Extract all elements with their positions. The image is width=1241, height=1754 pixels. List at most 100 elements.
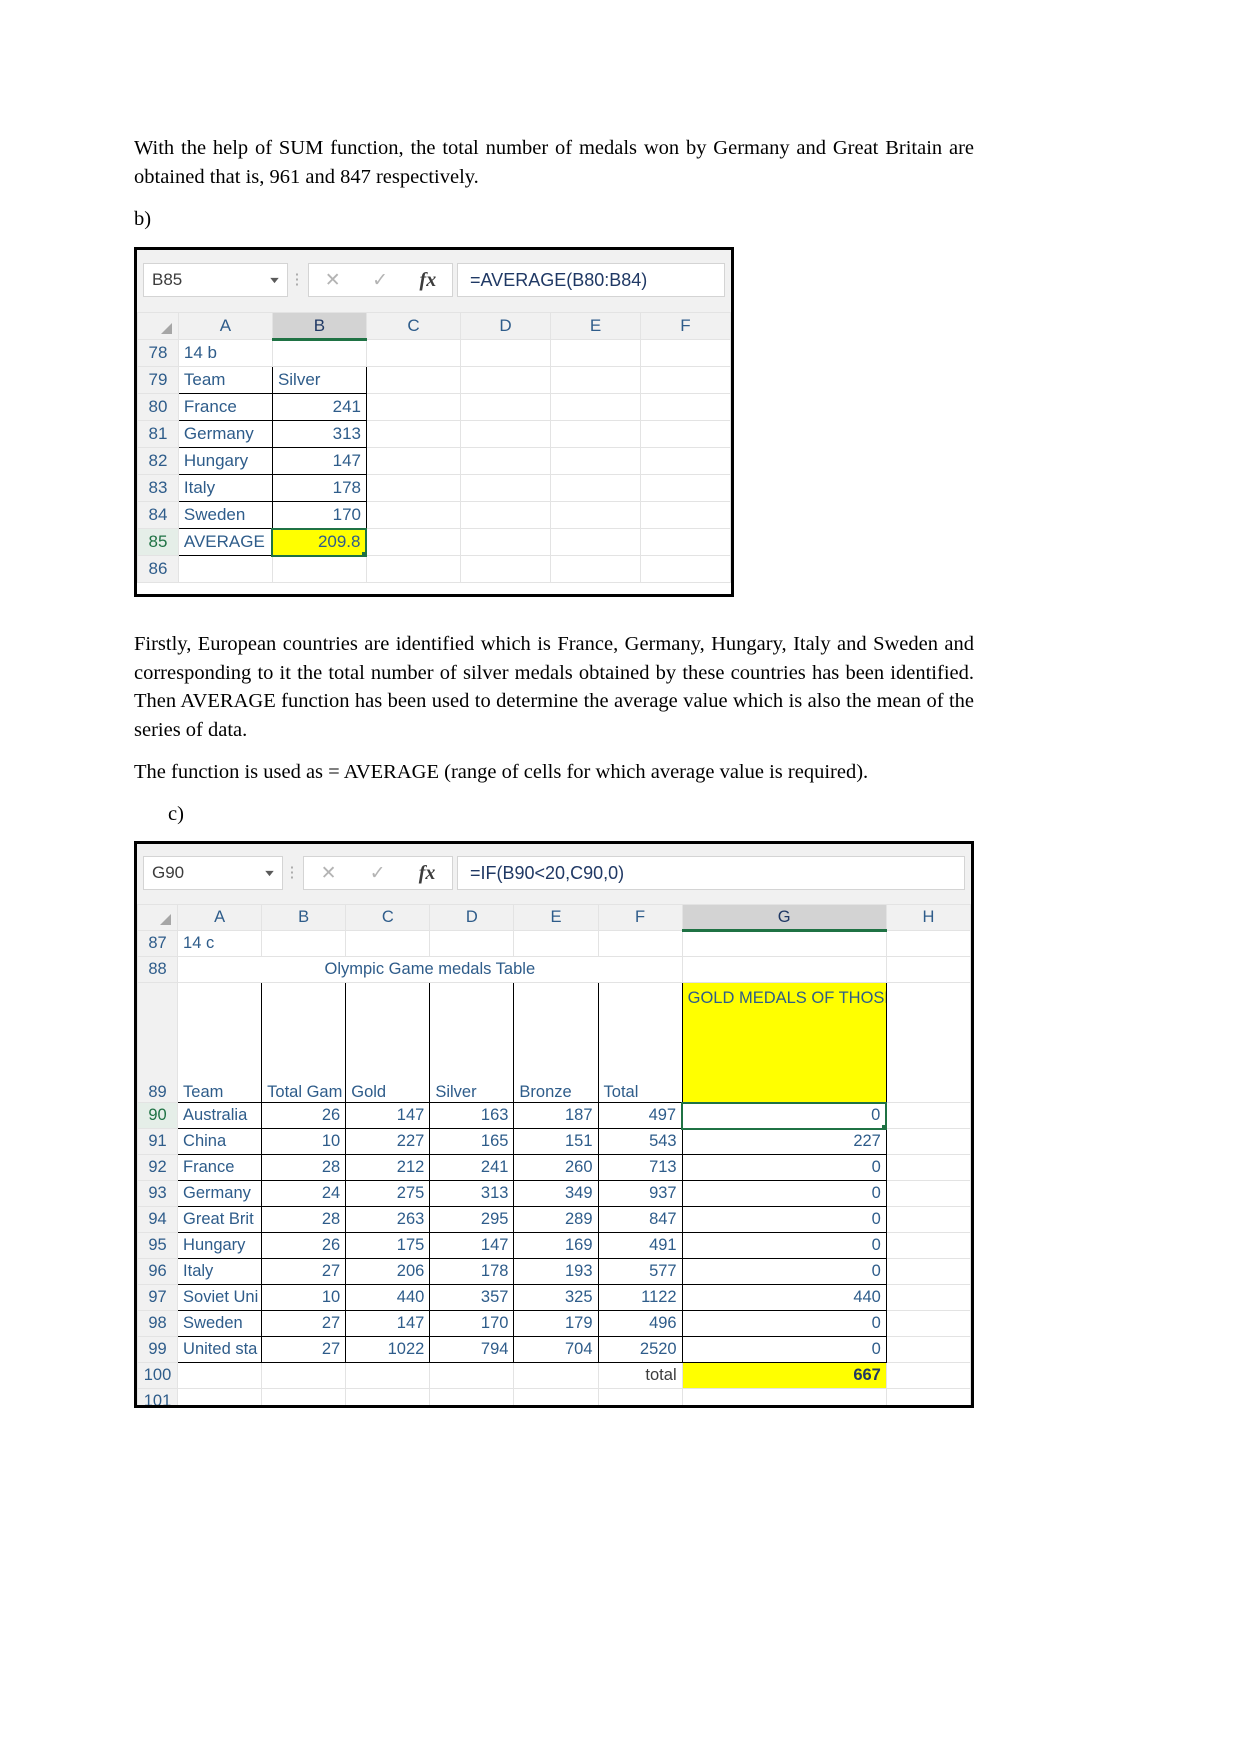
- select-all-corner[interactable]: [137, 904, 179, 931]
- cell-h101[interactable]: [885, 1388, 971, 1405]
- row-header-86[interactable]: 86: [137, 555, 179, 583]
- cell-gold-91[interactable]: 227: [345, 1128, 431, 1155]
- cell-games-90[interactable]: 26: [261, 1102, 347, 1129]
- cell-bronze-96[interactable]: 193: [513, 1258, 599, 1285]
- cell-d80[interactable]: [460, 393, 551, 421]
- cell-c101[interactable]: [345, 1388, 431, 1405]
- excel-c-name-box[interactable]: G90 ▼: [143, 856, 283, 890]
- cell-d87[interactable]: [429, 930, 515, 957]
- cell-bronze-90[interactable]: 187: [513, 1102, 599, 1129]
- cell-e82[interactable]: [550, 447, 641, 475]
- cell-a86[interactable]: [177, 555, 273, 583]
- cell-d86[interactable]: [460, 555, 551, 583]
- cell-g94[interactable]: 0: [681, 1206, 887, 1233]
- cell-h97[interactable]: [885, 1284, 971, 1311]
- cell-games-96[interactable]: 27: [261, 1258, 347, 1285]
- cell-b83[interactable]: 178: [271, 474, 367, 502]
- cell-g87[interactable]: [681, 930, 887, 957]
- cell-f79[interactable]: [639, 366, 731, 394]
- cell-c85[interactable]: [365, 528, 462, 556]
- cell-h96[interactable]: [885, 1258, 971, 1285]
- cell-silver-96[interactable]: 178: [429, 1258, 515, 1285]
- cell-total-value[interactable]: 667: [681, 1362, 887, 1389]
- cell-total-97[interactable]: 1122: [597, 1284, 683, 1311]
- cell-g88[interactable]: [681, 956, 887, 983]
- cell-g99[interactable]: 0: [681, 1336, 887, 1363]
- row-header-94[interactable]: 94: [137, 1206, 179, 1233]
- cell-gold-98[interactable]: 147: [345, 1310, 431, 1337]
- confirm-icon[interactable]: ✓: [370, 862, 386, 885]
- fx-icon[interactable]: fx: [420, 269, 437, 292]
- cell-f81[interactable]: [639, 420, 731, 448]
- cell-e79[interactable]: [550, 366, 641, 394]
- col-header-gold-medals-condition[interactable]: GOLD MEDALS OF THOSE COUNTRIES WHO PLAYE…: [681, 982, 887, 1103]
- cell-total-99[interactable]: 2520: [597, 1336, 683, 1363]
- cell-c87[interactable]: [345, 930, 431, 957]
- cell-bronze-93[interactable]: 349: [513, 1180, 599, 1207]
- cell-g96[interactable]: 0: [681, 1258, 887, 1285]
- cell-e101[interactable]: [513, 1388, 599, 1405]
- cell-e87[interactable]: [513, 930, 599, 957]
- table-title-merged[interactable]: Olympic Game medals Table: [177, 956, 683, 983]
- cell-a80[interactable]: France: [177, 393, 273, 421]
- column-header-g[interactable]: G: [681, 904, 887, 932]
- row-header-100[interactable]: 100: [137, 1362, 179, 1389]
- cell-e78[interactable]: [550, 339, 641, 367]
- cell-a87[interactable]: 14 c: [177, 930, 263, 957]
- cell-e80[interactable]: [550, 393, 641, 421]
- cell-total-98[interactable]: 496: [597, 1310, 683, 1337]
- cell-c82[interactable]: [365, 447, 462, 475]
- cell-team-97[interactable]: Soviet Uni: [177, 1284, 263, 1311]
- cell-gold-95[interactable]: 175: [345, 1232, 431, 1259]
- cell-c84[interactable]: [365, 501, 462, 529]
- cell-team-95[interactable]: Hungary: [177, 1232, 263, 1259]
- cell-gold-97[interactable]: 440: [345, 1284, 431, 1311]
- confirm-icon[interactable]: ✓: [372, 269, 388, 292]
- excel-b-formula-bar[interactable]: =AVERAGE(B80:B84): [457, 263, 725, 297]
- cell-d79[interactable]: [460, 366, 551, 394]
- cell-silver-93[interactable]: 313: [429, 1180, 515, 1207]
- cell-d85[interactable]: [460, 528, 551, 556]
- cell-f78[interactable]: [639, 339, 731, 367]
- cell-a101[interactable]: [177, 1388, 263, 1405]
- cell-f84[interactable]: [639, 501, 731, 529]
- chevron-down-icon[interactable]: ▼: [262, 868, 276, 878]
- cell-e100[interactable]: [513, 1362, 599, 1389]
- row-header-91[interactable]: 91: [137, 1128, 179, 1155]
- cell-silver-90[interactable]: 163: [429, 1102, 515, 1129]
- cell-bronze-94[interactable]: 289: [513, 1206, 599, 1233]
- row-header-80[interactable]: 80: [137, 393, 179, 421]
- cell-b87[interactable]: [261, 930, 347, 957]
- column-header-c[interactable]: C: [345, 904, 431, 931]
- column-header-e[interactable]: E: [550, 312, 641, 340]
- cell-a85[interactable]: AVERAGE: [177, 528, 273, 556]
- cancel-icon[interactable]: ✕: [325, 269, 341, 292]
- column-header-b[interactable]: B: [271, 312, 367, 341]
- column-header-e[interactable]: E: [513, 904, 599, 931]
- cell-d82[interactable]: [460, 447, 551, 475]
- cell-b84[interactable]: 170: [271, 501, 367, 529]
- cell-total-96[interactable]: 577: [597, 1258, 683, 1285]
- cell-g97[interactable]: 440: [681, 1284, 887, 1311]
- cancel-icon[interactable]: ✕: [321, 862, 337, 885]
- cell-gold-93[interactable]: 275: [345, 1180, 431, 1207]
- cell-h100[interactable]: [885, 1362, 971, 1389]
- cell-games-92[interactable]: 28: [261, 1154, 347, 1181]
- cell-g98[interactable]: 0: [681, 1310, 887, 1337]
- cell-h88[interactable]: [885, 956, 971, 983]
- cell-b100[interactable]: [261, 1362, 347, 1389]
- cell-f87[interactable]: [597, 930, 683, 957]
- cell-f80[interactable]: [639, 393, 731, 421]
- cell-silver-91[interactable]: 165: [429, 1128, 515, 1155]
- cell-d100[interactable]: [429, 1362, 515, 1389]
- cell-bronze-91[interactable]: 151: [513, 1128, 599, 1155]
- cell-team-92[interactable]: France: [177, 1154, 263, 1181]
- cell-b101[interactable]: [261, 1388, 347, 1405]
- cell-total-93[interactable]: 937: [597, 1180, 683, 1207]
- cell-a81[interactable]: Germany: [177, 420, 273, 448]
- col-header-bronze[interactable]: Bronze: [513, 982, 599, 1103]
- row-header-92[interactable]: 92: [137, 1154, 179, 1181]
- cell-team-99[interactable]: United sta: [177, 1336, 263, 1363]
- cell-c78[interactable]: [365, 339, 462, 367]
- cell-games-91[interactable]: 10: [261, 1128, 347, 1155]
